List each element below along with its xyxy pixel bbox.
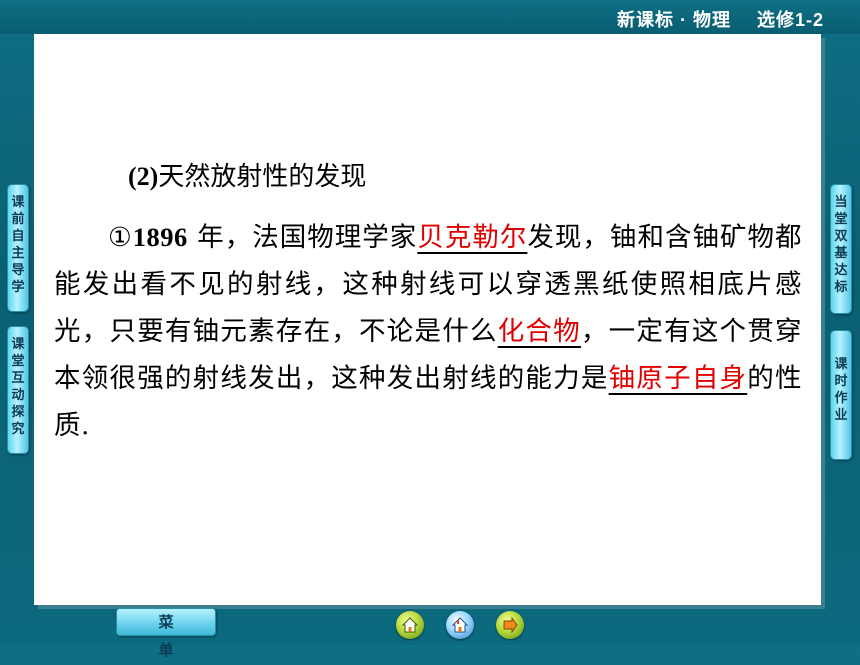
nav-homework-button[interactable]: 课时作业: [830, 330, 852, 460]
menu-button[interactable]: 菜单: [116, 608, 216, 659]
nav-classroom-explore-label: 课堂互动探究: [11, 336, 25, 436]
nav-preclass-study-button[interactable]: 课前自主导学: [7, 184, 29, 312]
answer-blank-3: 铀原子自身: [608, 363, 748, 394]
home-icon[interactable]: [396, 611, 424, 639]
section-heading-number: (2): [128, 162, 159, 191]
header-course: 新课标 · 物理: [616, 10, 731, 30]
item-number: ①: [108, 222, 133, 253]
section-heading: (2)天然放射性的发现: [128, 156, 366, 193]
answer-blank-1: 贝克勒尔: [417, 222, 528, 253]
house-back-icon[interactable]: [446, 611, 474, 639]
nav-preclass-study-label: 课前自主导学: [11, 194, 25, 294]
nav-homework-label: 课时作业: [834, 356, 848, 422]
nav-basic-assessment-button[interactable]: 当堂双基达标: [830, 184, 852, 314]
nav-basic-assessment-label: 当堂双基达标: [834, 194, 848, 294]
body-paragraph: ①1896 年，法国物理学家贝克勒尔发现，铀和含铀矿物都能发出看不见的射线，这种…: [54, 214, 802, 449]
section-heading-text: 天然放射性的发现: [158, 162, 367, 192]
body-text-1: 年，法国物理学家: [187, 222, 418, 253]
forward-icon[interactable]: [496, 611, 524, 639]
slide-panel: (2)天然放射性的发现 ①1896 年，法国物理学家贝克勒尔发现，铀和含铀矿物都…: [34, 34, 821, 605]
nav-classroom-explore-button[interactable]: 课堂互动探究: [7, 326, 29, 454]
header-volume: 选修1-2: [756, 10, 824, 30]
answer-blank-2: 化合物: [497, 316, 581, 347]
top-bar: 新课标 · 物理 选修1-2: [0, 0, 860, 34]
header-title: 新课标 · 物理 选修1-2: [617, 6, 824, 32]
year: 1896: [132, 222, 188, 252]
